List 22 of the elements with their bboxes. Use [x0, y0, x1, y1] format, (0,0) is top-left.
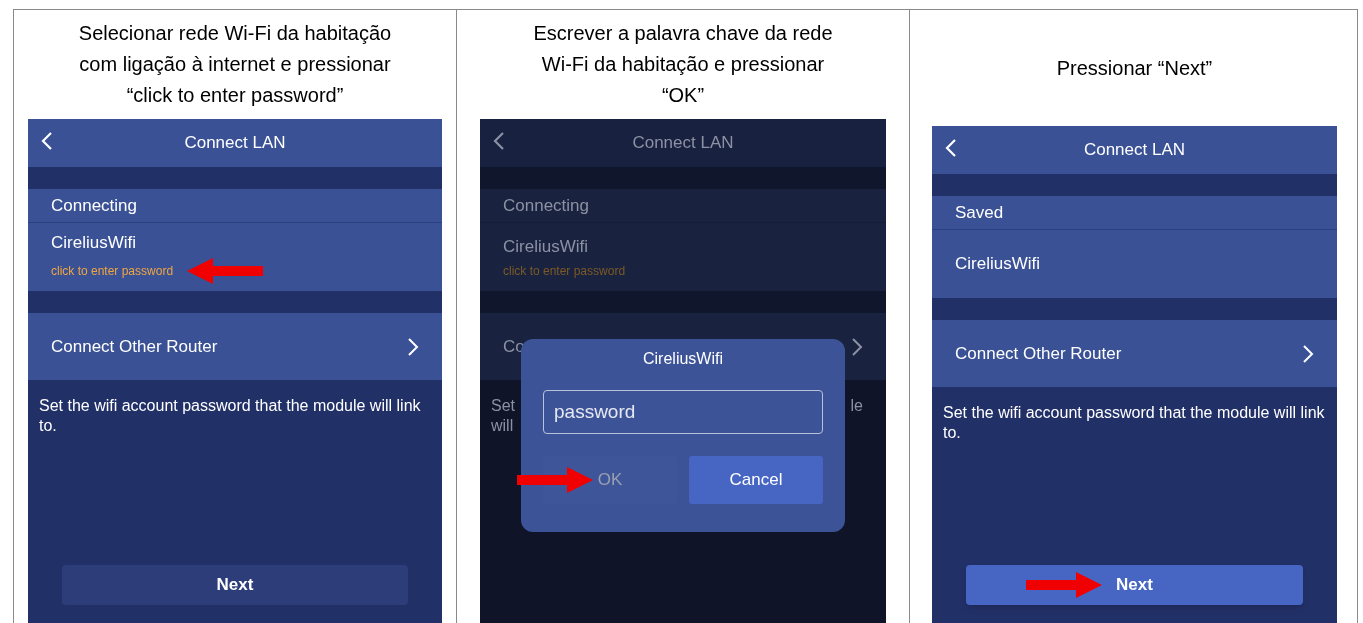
- screen-title: Connect LAN: [632, 132, 734, 155]
- router-label: Connect Other Router: [51, 335, 218, 358]
- screen-title: Connect LAN: [184, 132, 286, 155]
- step-caption: Escrever a palavra chave da rede Wi-Fi da habitação e pressionar “OK”: [532, 21, 834, 108]
- password-hint: click to enter password: [51, 262, 174, 280]
- description-text: will: [491, 416, 515, 436]
- section-label: Saved: [955, 201, 1004, 224]
- description-text: le: [850, 396, 863, 416]
- network-name: CireliusWifi: [955, 253, 1041, 276]
- password-hint: click to enter password: [503, 262, 626, 280]
- description-text: Set the wifi account password that the module will link to.: [942, 403, 1326, 443]
- dialog-title: CireliusWifi: [643, 349, 723, 369]
- step-caption: Selecionar rede Wi-Fi da habitação com ligação à internet e pressionar “click to enter password”: [77, 21, 393, 108]
- screen-title: Connect LAN: [1083, 139, 1186, 162]
- section-label: Connecting: [503, 194, 589, 217]
- section-label: Connecting: [51, 194, 137, 217]
- network-name: CireliusWifi: [503, 236, 589, 259]
- router-label: Connect Other Router: [955, 342, 1122, 365]
- step-caption: Pressionar “Next”: [1056, 55, 1213, 81]
- network-name: CireliusWifi: [51, 232, 137, 255]
- description-text: Set the wifi account password that the module will link to.: [38, 396, 422, 436]
- description-text: Set: [491, 396, 515, 416]
